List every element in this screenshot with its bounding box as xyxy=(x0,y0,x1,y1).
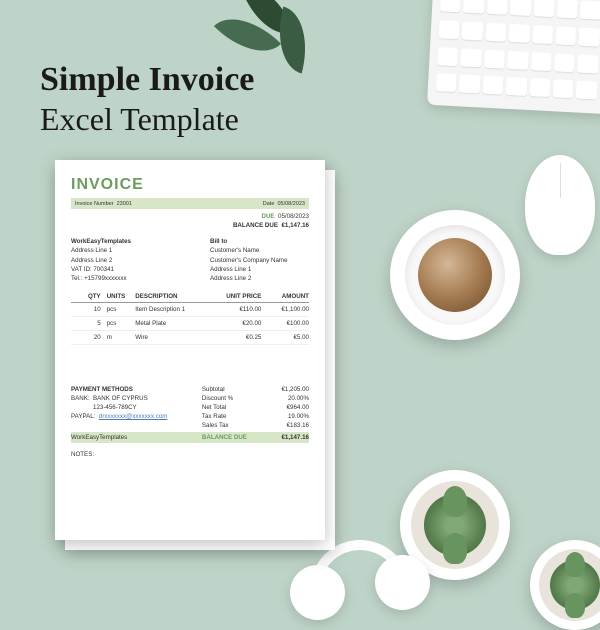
balance-due-value: €1,147.16 xyxy=(281,222,309,229)
from-vat: VAT ID: 700341 xyxy=(71,265,170,274)
signer: WorkEasyTemplates xyxy=(71,434,202,441)
subtotal-value: €1,205.00 xyxy=(261,386,309,393)
from-line1: Address Line 1 xyxy=(71,246,170,255)
billto-company: Customer's Company Name xyxy=(210,256,309,265)
bank-name: BANK OF CYPRUS xyxy=(93,395,148,402)
final-balance-label: BALANCE DUE xyxy=(202,434,262,441)
discount-value: 20.00% xyxy=(261,395,309,402)
invoice-page: INVOICE Invoice Number 23001 Date 05/08/… xyxy=(55,160,325,540)
from-address: WorkEasyTemplates Address Line 1 Address… xyxy=(71,237,170,283)
billto-name: Customer's Name xyxy=(210,246,309,255)
bank-acct: 123-456-789CY xyxy=(71,404,202,411)
net-label: Net Total xyxy=(202,404,262,411)
paypal-label: PAYPAL: xyxy=(71,413,95,420)
balance-due-label: BALANCE DUE xyxy=(233,222,278,229)
bank-label: BANK: xyxy=(71,395,90,402)
invoice-number-label: Invoice Number xyxy=(75,201,114,207)
from-line2: Address Line 2 xyxy=(71,256,170,265)
col-amount: AMOUNT xyxy=(261,293,309,300)
col-qty: QTY xyxy=(71,293,107,300)
col-description: DESCRIPTION xyxy=(135,293,214,300)
coffee-prop xyxy=(390,210,520,340)
taxrate-value: 19.00% xyxy=(261,413,309,420)
line-items-table: QTY UNITS DESCRIPTION UNIT PRICE AMOUNT … xyxy=(71,291,309,345)
date-value: 05/08/2023 xyxy=(277,201,305,207)
billto-line1: Address Line 1 xyxy=(210,265,309,274)
due-date: 05/08/2023 xyxy=(278,213,309,220)
invoice-title: INVOICE xyxy=(71,176,309,194)
address-block: WorkEasyTemplates Address Line 1 Address… xyxy=(71,237,309,283)
from-tel: Tel.: +15799xxxxxxx xyxy=(71,274,170,283)
invoice-pages: INVOICE Invoice Number 23001 Date 05/08/… xyxy=(55,160,335,555)
due-label: DUE xyxy=(262,213,275,220)
invoice-header-bar: Invoice Number 23001 Date 05/08/2023 xyxy=(71,198,309,209)
balance-row: BALANCE DUE €1,147.16 xyxy=(71,222,309,229)
from-name: WorkEasyTemplates xyxy=(71,237,170,246)
salestax-label: Sales Tax xyxy=(202,422,262,429)
salestax-value: €183.16 xyxy=(261,422,309,429)
table-row: 5 pcs Metal Plate €20.00 €100.00 xyxy=(71,317,309,331)
col-unit-price: UNIT PRICE xyxy=(214,293,262,300)
plant-prop-small xyxy=(530,540,600,630)
invoice-number: 23001 xyxy=(117,201,132,207)
net-value: €964.00 xyxy=(261,404,309,411)
headline-line2: Excel Template xyxy=(40,101,254,138)
notes-label: NOTES: xyxy=(71,451,309,458)
subtotal-label: Subtotal xyxy=(202,386,262,393)
mouse-prop xyxy=(525,155,595,255)
date-label: Date xyxy=(263,201,275,207)
table-row: 10 pcs Item Description 1 €110.00 €1,100… xyxy=(71,303,309,317)
billto-line2: Address Line 2 xyxy=(210,274,309,283)
table-row: 20 m Wire €0.25 €5.00 xyxy=(71,331,309,345)
keyboard-prop xyxy=(427,0,600,115)
billto-address: Bill to Customer's Name Customer's Compa… xyxy=(210,237,309,283)
table-header: QTY UNITS DESCRIPTION UNIT PRICE AMOUNT xyxy=(71,291,309,303)
due-row: DUE 05/08/2023 xyxy=(71,213,309,220)
final-balance-value: €1,147.16 xyxy=(261,434,309,441)
summary-block: PAYMENT METHODSSubtotal€1,205.00 BANK: B… xyxy=(71,385,309,443)
headline-line1: Simple Invoice xyxy=(40,60,254,99)
headline: Simple Invoice Excel Template xyxy=(40,60,254,138)
paypal-email: drxxxxxxx@xxxxxxx.com xyxy=(99,413,168,420)
discount-label: Discount % xyxy=(202,395,262,402)
billto-label: Bill to xyxy=(210,237,309,246)
col-units: UNITS xyxy=(107,293,136,300)
payment-label: PAYMENT METHODS xyxy=(71,386,202,393)
taxrate-label: Tax Rate xyxy=(202,413,262,420)
